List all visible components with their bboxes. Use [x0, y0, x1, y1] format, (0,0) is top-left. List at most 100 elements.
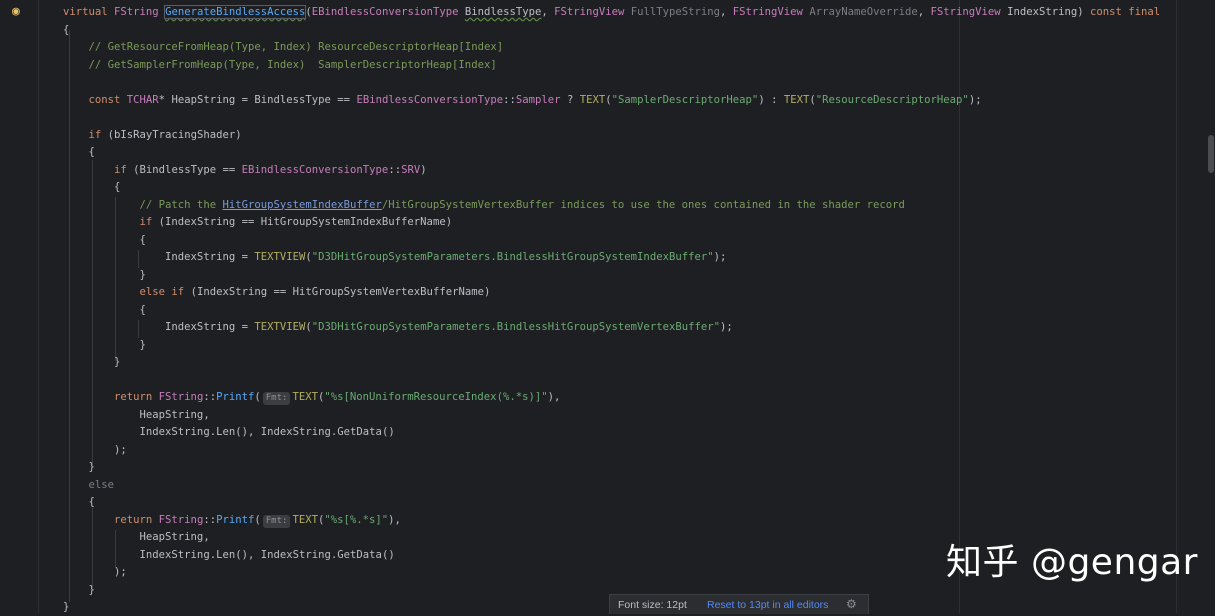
code-line[interactable]: // GetSamplerFromHeap(Type, Index) Sampl… [63, 57, 497, 74]
code-line[interactable]: { [63, 144, 95, 161]
code-token: FString [158, 513, 204, 526]
code-token: Printf [216, 513, 255, 526]
code-token: IndexString [63, 251, 242, 263]
vertical-scrollbar-thumb[interactable] [1208, 135, 1214, 173]
code-token: ) [420, 163, 427, 176]
code-token: :: [388, 163, 402, 176]
code-token: :: [503, 93, 516, 106]
code-token: IndexString [1007, 6, 1078, 18]
code-token: } [63, 338, 146, 351]
code-token: if [63, 216, 159, 228]
code-token: HitGroupSystemIndexBufferName) [260, 216, 453, 228]
code-token: GenerateBindlessAccess [164, 5, 307, 19]
code-line[interactable]: IndexString.Len(), IndexString.GetData() [63, 547, 395, 564]
code-token: "D3DHitGroupSystemParameters.BindlessHit… [311, 321, 720, 333]
code-line[interactable]: } [63, 582, 95, 599]
code-token: ); [63, 566, 127, 578]
parameter-hint: Fmt: [262, 392, 291, 405]
code-token: IndexString. [63, 548, 217, 561]
reset-font-link[interactable]: Reset to 13pt in all editors [707, 599, 828, 611]
code-token: // Patch the [63, 198, 223, 211]
code-line[interactable]: { [63, 179, 120, 196]
code-token: ArrayNameOverride [809, 6, 918, 18]
code-token: IndexString [63, 321, 242, 333]
code-line[interactable]: } [63, 337, 146, 354]
code-token: else [63, 478, 115, 491]
code-token: BindlessType [254, 93, 338, 106]
code-token: :: [203, 391, 217, 403]
code-token: (), IndexString. [235, 548, 338, 561]
code-token: // GetSamplerFromHeap(Type, Index) Sampl… [63, 58, 497, 71]
code-line[interactable]: else if (IndexString == HitGroupSystemVe… [63, 284, 491, 301]
code-token: ); [713, 251, 727, 263]
code-line[interactable]: if (IndexString == HitGroupSystemIndexBu… [63, 214, 453, 231]
code-token: virtual [63, 6, 115, 18]
code-line[interactable]: if (bIsRayTracingShader) [63, 127, 242, 144]
code-token: "%s[NonUniformResourceIndex(%.*s)]" [324, 391, 548, 403]
code-line[interactable]: } [63, 354, 120, 371]
code-line[interactable]: const TCHAR* HeapString = BindlessType =… [63, 92, 982, 109]
code-token: "ResourceDescriptorHeap" [815, 93, 969, 106]
code-token: == [273, 286, 293, 298]
code-line[interactable]: IndexString.Len(), IndexString.GetData() [63, 424, 395, 441]
code-line[interactable]: { [63, 302, 146, 319]
code-token: == [337, 93, 357, 106]
code-token: TCHAR [126, 93, 159, 106]
code-line[interactable]: } [63, 267, 146, 284]
code-token: // GetResourceFromHeap(Type, Index) Reso… [63, 41, 504, 53]
code-token: == [222, 163, 242, 176]
code-token: ) : [758, 93, 784, 106]
code-line[interactable]: // Patch the HitGroupSystemIndexBuffer/H… [63, 197, 905, 214]
code-line[interactable]: { [63, 22, 69, 39]
code-token: { [63, 181, 121, 193]
code-line[interactable]: } [63, 599, 69, 616]
code-line[interactable]: return FString::Printf(Fmt: TEXT("%s[%.*s… [63, 512, 401, 529]
code-token: "D3DHitGroupSystemParameters.BindlessHit… [311, 251, 714, 263]
code-token: ); [63, 443, 127, 456]
code-token: Printf [216, 391, 255, 403]
code-line[interactable]: HeapString, [63, 407, 210, 424]
code-token: TEXT [292, 391, 318, 403]
code-line[interactable]: { [63, 232, 146, 249]
code-token: = [241, 321, 255, 333]
code-line[interactable]: ); [63, 564, 127, 581]
code-line[interactable]: IndexString = TEXTVIEW("D3DHitGroupSyste… [63, 319, 733, 336]
code-line[interactable]: ); [63, 442, 127, 459]
code-token: else if [63, 286, 191, 298]
code-line[interactable]: if (BindlessType == EBindlessConversionT… [63, 162, 427, 179]
code-token: TEXTVIEW [254, 321, 306, 333]
code-token: GetData [337, 426, 382, 438]
settings-icon[interactable]: ⚙ [846, 597, 857, 611]
code-line[interactable]: } [63, 459, 95, 476]
code-token: = [241, 251, 255, 263]
code-line[interactable]: else [63, 477, 115, 494]
code-token: (IndexString [158, 216, 242, 228]
code-token: ); [719, 321, 733, 333]
code-line[interactable]: IndexString = TEXTVIEW("D3DHitGroupSyste… [63, 249, 726, 266]
code-token: HitGroupSystemVertexBufferName) [292, 286, 491, 298]
code-token: HeapString [171, 93, 242, 106]
code-token: = [241, 93, 255, 106]
code-token: if [63, 128, 108, 141]
lightbulb-icon[interactable]: ◉ [12, 5, 20, 19]
code-token: return [63, 513, 159, 526]
code-line[interactable]: { [63, 494, 95, 511]
font-size-label: Font size: 12pt [618, 599, 687, 611]
code-editor[interactable]: virtual FString GenerateBindlessAccess (E… [39, 0, 1176, 613]
code-token: FString [158, 391, 204, 403]
code-token: () [381, 426, 395, 438]
code-line[interactable]: virtual FString GenerateBindlessAccess(E… [63, 4, 1160, 21]
font-size-popup: Font size: 12pt Reset to 13pt in all edi… [609, 594, 869, 614]
code-token: Len [216, 548, 236, 561]
code-token: EBindlessConversionType [241, 163, 389, 176]
code-token: ), [388, 513, 401, 526]
code-line[interactable]: HeapString, [63, 529, 210, 546]
code-token: FullTypeString [630, 6, 721, 18]
code-line[interactable]: // GetResourceFromHeap(Type, Index) Reso… [63, 39, 504, 56]
code-token: const final [1090, 6, 1161, 18]
vertical-scrollbar-track[interactable] [1176, 0, 1215, 613]
code-token: () [381, 548, 395, 561]
code-token: const [63, 93, 127, 106]
code-token: EBindlessConversionType [311, 6, 465, 18]
code-line[interactable]: return FString::Printf(Fmt: TEXT("%s[NonU… [63, 389, 560, 406]
